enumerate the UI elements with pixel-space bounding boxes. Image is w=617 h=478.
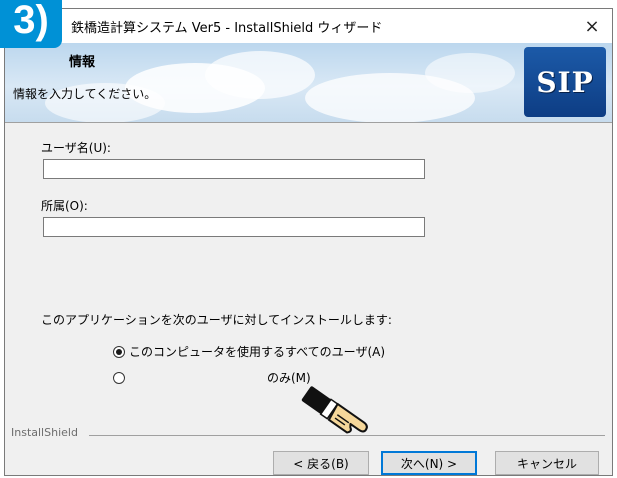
affiliation-label: 所属(O): bbox=[41, 199, 88, 213]
back-button[interactable]: < 戻る(B) bbox=[273, 451, 369, 475]
next-button[interactable]: 次へ(N) > bbox=[381, 451, 477, 475]
header-subtitle: 情報を入力してください。 bbox=[13, 87, 157, 101]
radio-all-users[interactable]: このコンピュータを使用するすべてのユーザ(A) bbox=[113, 343, 385, 360]
logo-text: SIP bbox=[536, 65, 594, 99]
username-label: ユーザ名(U): bbox=[41, 141, 111, 155]
pointing-hand-icon bbox=[301, 386, 368, 434]
affiliation-input[interactable] bbox=[43, 217, 425, 237]
radio-only-me[interactable]: のみ(M) bbox=[113, 369, 311, 386]
close-button[interactable]: × bbox=[580, 14, 604, 38]
install-scope-question: このアプリケーションを次のユーザに対してインストールします: bbox=[41, 313, 392, 327]
wizard-header: 情報 情報を入力してください。 SIP bbox=[5, 43, 612, 123]
installshield-brand: InstallShield bbox=[11, 426, 78, 439]
header-title: 情報 bbox=[69, 55, 96, 70]
title-bar: 鉄橋造計算システム Ver5 - InstallShield ウィザード × bbox=[5, 9, 612, 43]
username-input[interactable] bbox=[43, 159, 425, 179]
window-title: 鉄橋造計算システム Ver5 - InstallShield ウィザード bbox=[71, 21, 383, 36]
radio-all-users-label: このコンピュータを使用するすべてのユーザ(A) bbox=[129, 345, 386, 359]
step-number-badge: 3) bbox=[0, 0, 62, 48]
cancel-button[interactable]: キャンセル bbox=[495, 451, 599, 475]
sip-logo: SIP bbox=[524, 47, 606, 117]
radio-button-unselected[interactable] bbox=[113, 371, 125, 384]
radio-button-selected[interactable] bbox=[113, 345, 125, 358]
